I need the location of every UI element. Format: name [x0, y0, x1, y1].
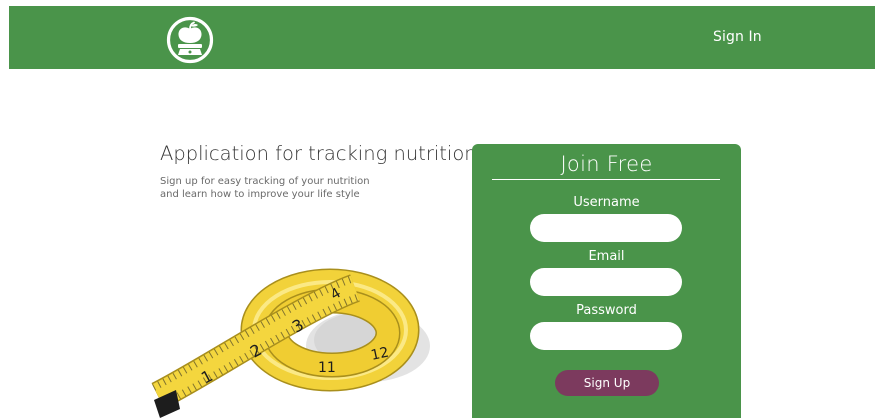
- password-field[interactable]: [530, 322, 682, 350]
- top-navbar: Sign In: [9, 6, 875, 69]
- svg-text:11: 11: [318, 360, 336, 376]
- signup-title: Join Free: [560, 152, 653, 176]
- page: Sign In Application for tracking nutriti…: [0, 0, 877, 418]
- page-title: Application for tracking nutrition: [160, 142, 477, 165]
- hero-image: 1 2 3 4 11 12: [150, 248, 440, 418]
- page-subtitle: Sign up for easy tracking of your nutrit…: [160, 175, 370, 201]
- logo[interactable]: [165, 15, 215, 65]
- username-label: Username: [573, 195, 640, 210]
- subtitle-line-1: Sign up for easy tracking of your nutrit…: [160, 176, 370, 187]
- measuring-tape-icon: 1 2 3 4 11 12: [151, 268, 430, 418]
- title-divider: [492, 179, 720, 180]
- sign-up-button[interactable]: Sign Up: [555, 370, 659, 396]
- email-label: Email: [588, 249, 625, 264]
- email-field[interactable]: [530, 268, 682, 296]
- password-label: Password: [576, 303, 637, 318]
- signup-card: Join Free Username Email Password Sign U…: [472, 144, 741, 418]
- sign-in-link[interactable]: Sign In: [713, 29, 762, 45]
- username-field[interactable]: [530, 214, 682, 242]
- apple-scale-icon: [166, 16, 214, 64]
- subtitle-line-2: and learn how to improve your life style: [160, 189, 360, 200]
